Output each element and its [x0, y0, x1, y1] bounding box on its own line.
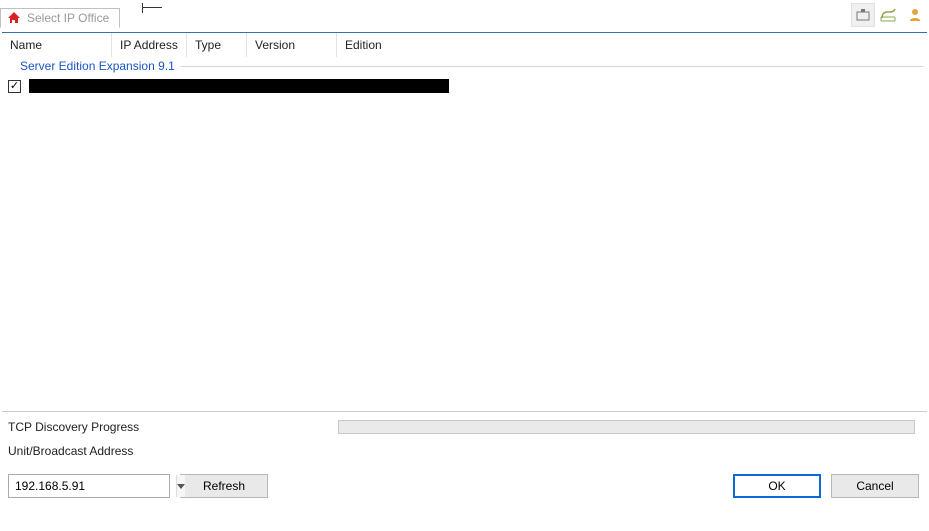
- progress-label: TCP Discovery Progress: [8, 420, 188, 434]
- ok-button[interactable]: OK: [733, 474, 821, 498]
- column-headers: Name IP Address Type Version Edition: [2, 33, 927, 57]
- toolbar-button-1[interactable]: [851, 3, 875, 27]
- group-divider: [181, 66, 923, 67]
- refresh-button[interactable]: Refresh: [180, 474, 268, 498]
- progress-bar: [338, 420, 915, 434]
- broadcast-address-combo[interactable]: [8, 474, 170, 498]
- item-name-redacted: [29, 79, 449, 93]
- group-label[interactable]: Server Edition Expansion 9.1: [20, 59, 175, 73]
- col-type[interactable]: Type: [187, 33, 247, 57]
- keyboard-icon[interactable]: [877, 3, 901, 27]
- list-item[interactable]: [2, 77, 927, 95]
- col-name[interactable]: Name: [2, 33, 112, 57]
- bottom-panel: TCP Discovery Progress Unit/Broadcast Ad…: [2, 411, 927, 531]
- broadcast-address-input[interactable]: [9, 475, 176, 497]
- cancel-button[interactable]: Cancel: [831, 474, 919, 498]
- house-icon: [7, 11, 21, 25]
- tab-label: Select IP Office: [27, 11, 109, 25]
- col-edition[interactable]: Edition: [337, 33, 927, 57]
- col-ip-address[interactable]: IP Address: [112, 33, 187, 57]
- group-row: Server Edition Expansion 9.1: [2, 57, 927, 75]
- controls-row: Refresh OK Cancel: [8, 474, 921, 498]
- device-list: Name IP Address Type Version Edition Ser…: [2, 32, 927, 411]
- progress-row: TCP Discovery Progress: [8, 420, 921, 434]
- toolbar-icons: [851, 0, 927, 30]
- user-icon[interactable]: [903, 3, 927, 27]
- select-ip-office-tab[interactable]: Select IP Office: [0, 8, 120, 28]
- ruler-tick: [130, 1, 160, 32]
- item-checkbox[interactable]: [8, 80, 21, 93]
- right-buttons: OK Cancel: [733, 474, 919, 498]
- left-controls: Refresh: [8, 474, 268, 498]
- broadcast-label: Unit/Broadcast Address: [8, 444, 921, 458]
- chevron-down-icon[interactable]: [176, 475, 185, 497]
- top-bar: Select IP Office: [0, 0, 929, 32]
- col-version[interactable]: Version: [247, 33, 337, 57]
